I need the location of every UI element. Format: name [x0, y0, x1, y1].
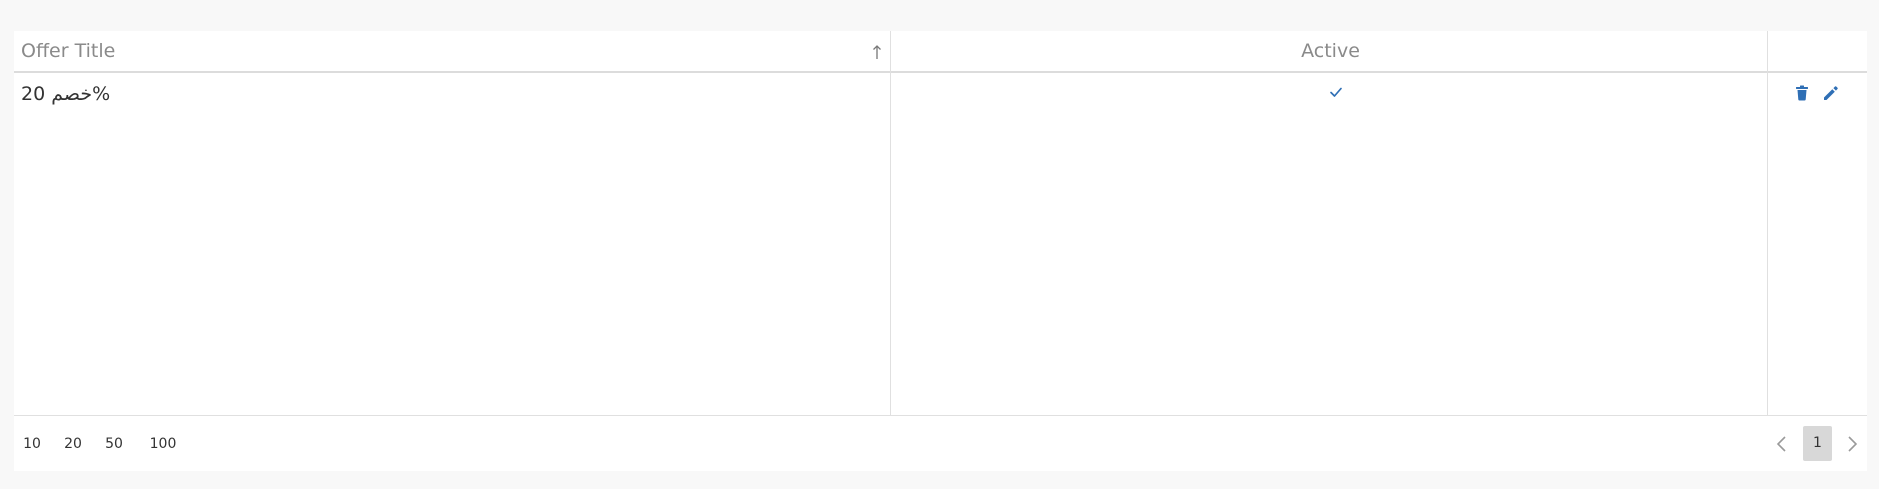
page-number-current[interactable]: 1: [1803, 426, 1832, 461]
offers-data-grid: Offer Title Active خصم 20% 10 20 50 100 …: [14, 31, 1867, 471]
page-size-option[interactable]: 100: [145, 416, 181, 472]
grid-pager: 10 20 50 100 1: [14, 415, 1867, 471]
chevron-right-icon[interactable]: [1841, 433, 1863, 455]
column-header-offer-title[interactable]: Offer Title: [21, 31, 115, 71]
sort-ascending-icon[interactable]: [870, 42, 884, 62]
page-size-option[interactable]: 50: [98, 416, 130, 472]
delete-button[interactable]: [1791, 82, 1813, 104]
page-size-option[interactable]: 10: [16, 416, 48, 472]
offer-title-cell: خصم 20%: [21, 83, 111, 105]
grid-header-row: Offer Title Active: [14, 31, 1867, 73]
edit-button[interactable]: [1820, 82, 1842, 104]
page-size-option[interactable]: 20: [57, 416, 89, 472]
chevron-left-icon[interactable]: [1771, 433, 1793, 455]
table-row[interactable]: خصم 20%: [14, 73, 1867, 115]
trash-icon: [1796, 85, 1808, 101]
column-header-active[interactable]: Active: [892, 31, 1769, 71]
pencil-icon: [1824, 86, 1838, 100]
check-icon: [1330, 87, 1342, 97]
